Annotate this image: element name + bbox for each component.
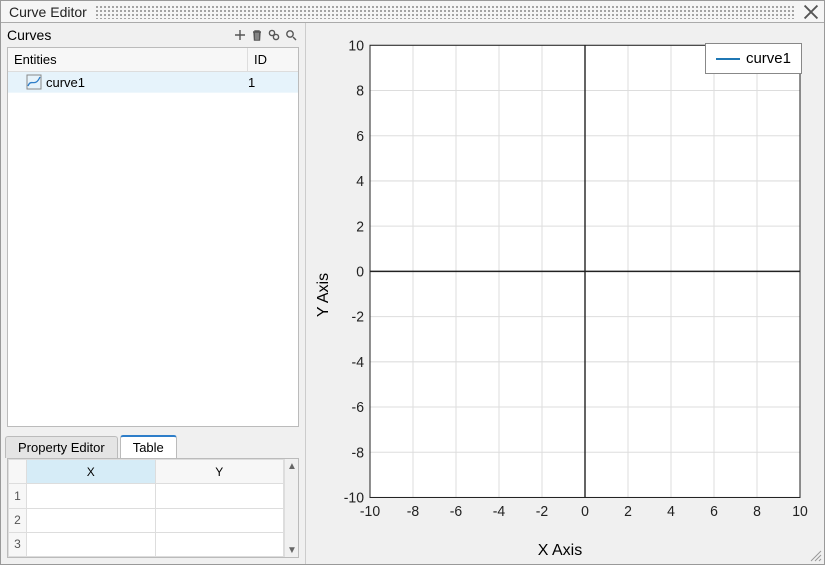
scroll-down-icon[interactable]: ▼ — [285, 543, 299, 557]
curves-header: Curves — [1, 23, 305, 47]
entities-header-row: Entities ID — [8, 48, 298, 72]
left-pane: Curves Entities ID — [1, 23, 306, 564]
table-row[interactable]: 1 — [9, 484, 284, 508]
x-axis-label: X Axis — [310, 542, 810, 560]
svg-text:6: 6 — [356, 129, 364, 145]
trash-icon[interactable] — [249, 27, 265, 43]
svg-text:0: 0 — [581, 504, 589, 520]
svg-text:-8: -8 — [407, 504, 420, 520]
cell-x[interactable] — [27, 508, 156, 532]
link-icon[interactable] — [266, 27, 282, 43]
col-header-x[interactable]: X — [27, 460, 156, 484]
col-header-y[interactable]: Y — [155, 460, 284, 484]
curves-label: Curves — [7, 27, 51, 43]
tabs: Property Editor Table — [1, 433, 305, 458]
svg-text:2: 2 — [624, 504, 632, 520]
titlebar[interactable]: Curve Editor — [1, 1, 824, 23]
svg-text:-8: -8 — [352, 445, 365, 461]
svg-text:-6: -6 — [450, 504, 463, 520]
tab-property-editor[interactable]: Property Editor — [5, 436, 118, 458]
right-pane: -10-8-6-4-20246810-10-8-6-4-20246810 Y A… — [306, 23, 824, 564]
svg-text:8: 8 — [356, 83, 364, 99]
data-table: X Y 1 2 3 — [8, 459, 284, 557]
legend-swatch — [716, 58, 740, 60]
svg-text:10: 10 — [348, 38, 364, 54]
curve-editor-window: Curve Editor Curves — [0, 0, 825, 565]
cell-x[interactable] — [27, 484, 156, 508]
svg-text:-2: -2 — [352, 310, 365, 326]
data-table-wrap: X Y 1 2 3 — [7, 458, 299, 558]
chart[interactable]: -10-8-6-4-20246810-10-8-6-4-20246810 Y A… — [310, 35, 810, 554]
legend-label: curve1 — [746, 50, 791, 67]
window-title: Curve Editor — [9, 4, 87, 20]
svg-text:-4: -4 — [352, 355, 365, 371]
titlebar-gripper[interactable] — [95, 5, 794, 19]
legend[interactable]: curve1 — [705, 43, 802, 74]
svg-text:8: 8 — [753, 504, 761, 520]
col-header-corner[interactable] — [9, 460, 27, 484]
body: Curves Entities ID — [1, 23, 824, 564]
svg-text:0: 0 — [356, 264, 364, 280]
entities-body: curve1 1 — [8, 72, 298, 426]
close-icon[interactable] — [802, 3, 820, 21]
row-num: 3 — [9, 532, 27, 556]
svg-text:-4: -4 — [493, 504, 506, 520]
svg-text:-6: -6 — [352, 400, 365, 416]
svg-text:4: 4 — [667, 504, 675, 520]
svg-text:-2: -2 — [536, 504, 549, 520]
col-header-entities[interactable]: Entities — [8, 48, 248, 71]
entity-name: curve1 — [46, 75, 244, 90]
scrollbar[interactable]: ▲ ▼ — [284, 459, 298, 557]
tab-table[interactable]: Table — [120, 435, 177, 458]
add-icon[interactable] — [232, 27, 248, 43]
entity-row[interactable]: curve1 1 — [8, 72, 298, 93]
svg-text:4: 4 — [356, 174, 364, 190]
svg-text:2: 2 — [356, 219, 364, 235]
svg-text:6: 6 — [710, 504, 718, 520]
cell-x[interactable] — [27, 532, 156, 556]
search-icon[interactable] — [283, 27, 299, 43]
entities-table: Entities ID curve1 1 — [7, 47, 299, 427]
scroll-up-icon[interactable]: ▲ — [285, 459, 299, 473]
svg-text:10: 10 — [792, 504, 808, 520]
row-num: 1 — [9, 484, 27, 508]
cell-y[interactable] — [155, 484, 284, 508]
col-header-id[interactable]: ID — [248, 48, 298, 71]
svg-text:-10: -10 — [344, 490, 364, 506]
resize-grip-icon[interactable] — [808, 548, 822, 562]
table-header-row: X Y — [9, 460, 284, 484]
y-axis-label: Y Axis — [315, 272, 333, 316]
table-row[interactable]: 2 — [9, 508, 284, 532]
curve-icon — [26, 74, 42, 90]
entity-id: 1 — [244, 75, 294, 90]
cell-y[interactable] — [155, 508, 284, 532]
table-row[interactable]: 3 — [9, 532, 284, 556]
cell-y[interactable] — [155, 532, 284, 556]
row-num: 2 — [9, 508, 27, 532]
